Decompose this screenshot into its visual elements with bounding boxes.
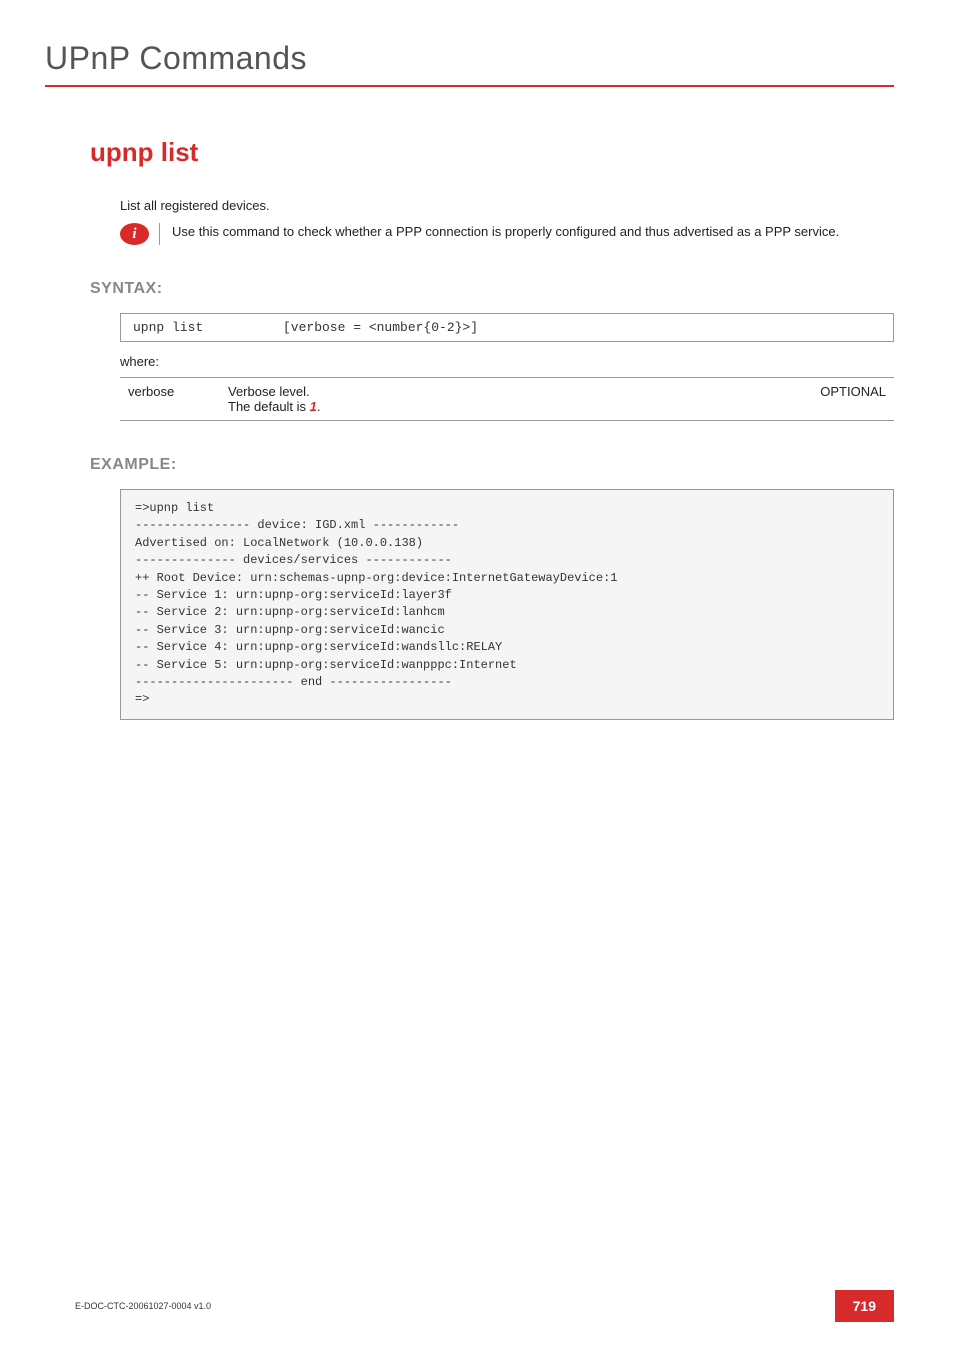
syntax-params: [verbose = <number{0-2}>] — [283, 320, 478, 335]
page-title: UPnP Commands — [45, 40, 894, 77]
param-default-prefix: The default is — [228, 399, 310, 414]
param-optional: OPTIONAL — [784, 378, 894, 421]
title-underline — [45, 85, 894, 87]
info-text: Use this command to check whether a PPP … — [160, 223, 839, 245]
info-box: i Use this command to check whether a PP… — [120, 223, 894, 245]
info-icon: i — [120, 223, 149, 245]
param-desc-text: Verbose level. — [228, 384, 310, 399]
footer-doc-id: E-DOC-CTC-20061027-0004 v1.0 — [75, 1301, 211, 1311]
intro-text: List all registered devices. — [120, 198, 894, 213]
where-label: where: — [120, 354, 894, 369]
footer: E-DOC-CTC-20061027-0004 v1.0 719 — [75, 1290, 894, 1322]
table-row: verbose Verbose level. The default is 1.… — [120, 378, 894, 421]
param-table: verbose Verbose level. The default is 1.… — [120, 377, 894, 421]
param-name: verbose — [120, 378, 220, 421]
param-default-suffix: . — [317, 399, 321, 414]
info-icon-cell: i — [120, 223, 160, 245]
syntax-command: upnp list — [133, 320, 283, 335]
example-output: =>upnp list ---------------- device: IGD… — [120, 489, 894, 720]
syntax-heading: SYNTAX: — [90, 280, 894, 298]
param-default-value: 1 — [310, 399, 317, 414]
page-number: 719 — [835, 1290, 894, 1322]
example-heading: EXAMPLE: — [90, 456, 894, 474]
command-title: upnp list — [90, 137, 894, 168]
syntax-box: upnp list[verbose = <number{0-2}>] — [120, 313, 894, 342]
param-description: Verbose level. The default is 1. — [220, 378, 784, 421]
